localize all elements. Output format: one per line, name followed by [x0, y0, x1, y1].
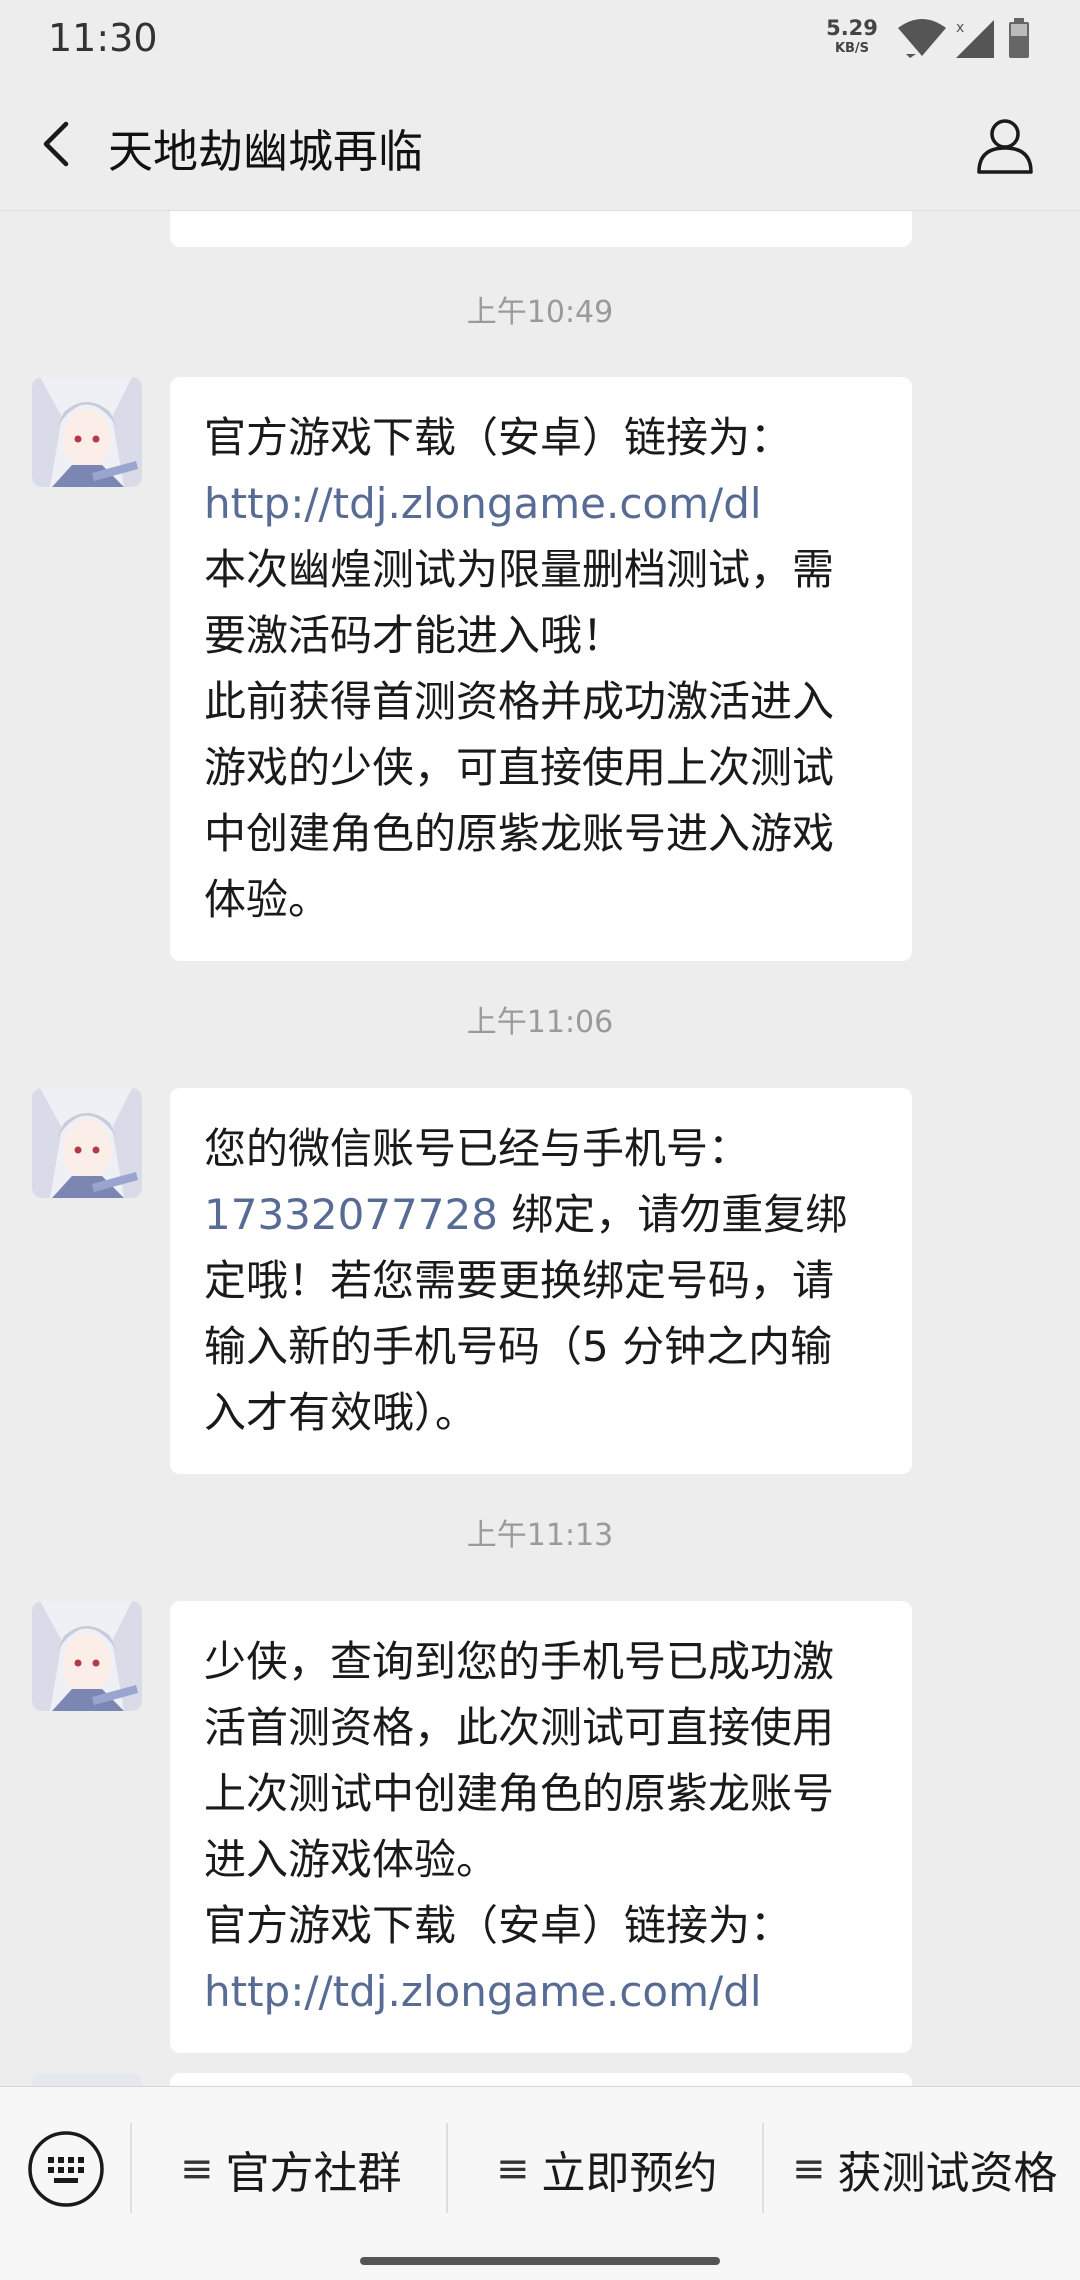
avatar[interactable]: [32, 377, 142, 487]
keyboard-icon[interactable]: [26, 2129, 106, 2209]
avatar[interactable]: [32, 2073, 142, 2086]
svg-text:x: x: [956, 20, 964, 36]
message-text: 官方游戏下载（安卓）链接为：: [204, 1901, 793, 1950]
network-speed-unit: KB/S: [834, 41, 870, 56]
network-speed-value: 5.29: [826, 16, 878, 40]
message-text: 少侠，查询到您的手机号已成功激: [204, 1637, 835, 1686]
message-text: 本次幽煌测试为限量删档测试，需: [204, 545, 835, 594]
message-text: 游戏的少侠，可直接使用上次测试: [204, 743, 835, 792]
message-timestamp: 上午11:13: [466, 1518, 614, 1553]
message-bubble[interactable]: 少侠，查询到您的手机号已成功激 活首测资格，此次测试可直接使用 上次测试中创建角…: [170, 1601, 912, 2053]
message-bubble[interactable]: [170, 2073, 912, 2086]
message-text: 定哦！若您需要更换绑定号码，请: [204, 1256, 835, 1305]
menu-item-label: 立即预约: [541, 2148, 718, 2199]
message-link[interactable]: http://tdj.zlongame.com/dl: [204, 471, 880, 537]
battery-icon: [1009, 18, 1029, 58]
message-text: 输入新的手机号码（5 分钟之内输: [204, 1322, 833, 1371]
menu-item-label: 官方社群: [225, 2148, 402, 2199]
previous-message-bubble[interactable]: [170, 211, 912, 247]
chat-screen: 11:30 5.29 KB/S x 天地劫幽城再临 上午10:49 官方游戏下载…: [0, 0, 1080, 2280]
message-text: 活首测资格，此次测试可直接使用: [204, 1703, 835, 1752]
menu-icon: ≡: [496, 2146, 530, 2192]
message-text: 绑定，请勿重复绑: [497, 1190, 848, 1239]
chat-header: 天地劫幽城再临: [0, 78, 1080, 211]
message-text: 官方游戏下载（安卓）链接为：: [204, 413, 793, 462]
avatar[interactable]: [32, 1601, 142, 1711]
message-text: 入才有效哦）。: [204, 1388, 478, 1437]
message-link[interactable]: http://tdj.zlongame.com/dl: [204, 1959, 880, 2025]
message-timestamp: 上午10:49: [466, 295, 614, 330]
menu-icon: ≡: [180, 2146, 214, 2192]
message-timestamp: 上午11:06: [466, 1005, 614, 1040]
home-indicator[interactable]: [360, 2257, 720, 2265]
message-text: 此前获得首测资格并成功激活进入: [204, 677, 835, 726]
menu-icon: ≡: [792, 2146, 826, 2192]
message-text: 中创建角色的原紫龙账号进入游戏: [204, 809, 835, 858]
message-text: 要激活码才能进入哦！: [204, 611, 625, 660]
message-text: 体验。: [204, 875, 331, 924]
status-bar: 11:30 5.29 KB/S x: [0, 0, 1080, 78]
menu-divider: [762, 2123, 764, 2213]
menu-divider: [130, 2123, 132, 2213]
phone-number-link[interactable]: 17332077728: [204, 1190, 498, 1239]
message-bubble[interactable]: 官方游戏下载（安卓）链接为： http://tdj.zlongame.com/d…: [170, 377, 912, 961]
chat-title: 天地劫幽城再临: [108, 125, 424, 178]
message-text-line: 17332077728 绑定，请勿重复绑: [204, 1182, 880, 1248]
status-time: 11:30: [48, 16, 158, 60]
service-menu-bar: ≡ 官方社群 ≡ 立即预约 ≡ 获测试资格: [0, 2086, 1080, 2280]
message-bubble[interactable]: 您的微信账号已经与手机号： 17332077728 绑定，请勿重复绑 定哦！若您…: [170, 1088, 912, 1474]
wifi-icon: [898, 19, 946, 58]
menu-item-reserve-now[interactable]: ≡ 立即预约: [496, 2133, 718, 2205]
message-text: 您的微信账号已经与手机号：: [204, 1124, 751, 1173]
message-text: 上次测试中创建角色的原紫龙账号: [204, 1769, 835, 1818]
menu-item-get-test-qualification[interactable]: ≡ 获测试资格: [792, 2133, 1058, 2205]
message-text: 进入游戏体验。: [204, 1835, 499, 1884]
menu-item-label: 获测试资格: [837, 2148, 1058, 2199]
chevron-left-icon[interactable]: [30, 116, 86, 172]
message-list[interactable]: 上午10:49 官方游戏下载（安卓）链接为： http://tdj.zlonga…: [0, 211, 1080, 2086]
signal-icon: x: [956, 20, 994, 58]
network-speed: 5.29 KB/S: [826, 16, 878, 56]
avatar[interactable]: [32, 1088, 142, 1198]
menu-item-official-community[interactable]: ≡ 官方社群: [180, 2133, 402, 2205]
person-icon[interactable]: [974, 114, 1036, 176]
menu-divider: [446, 2123, 448, 2213]
